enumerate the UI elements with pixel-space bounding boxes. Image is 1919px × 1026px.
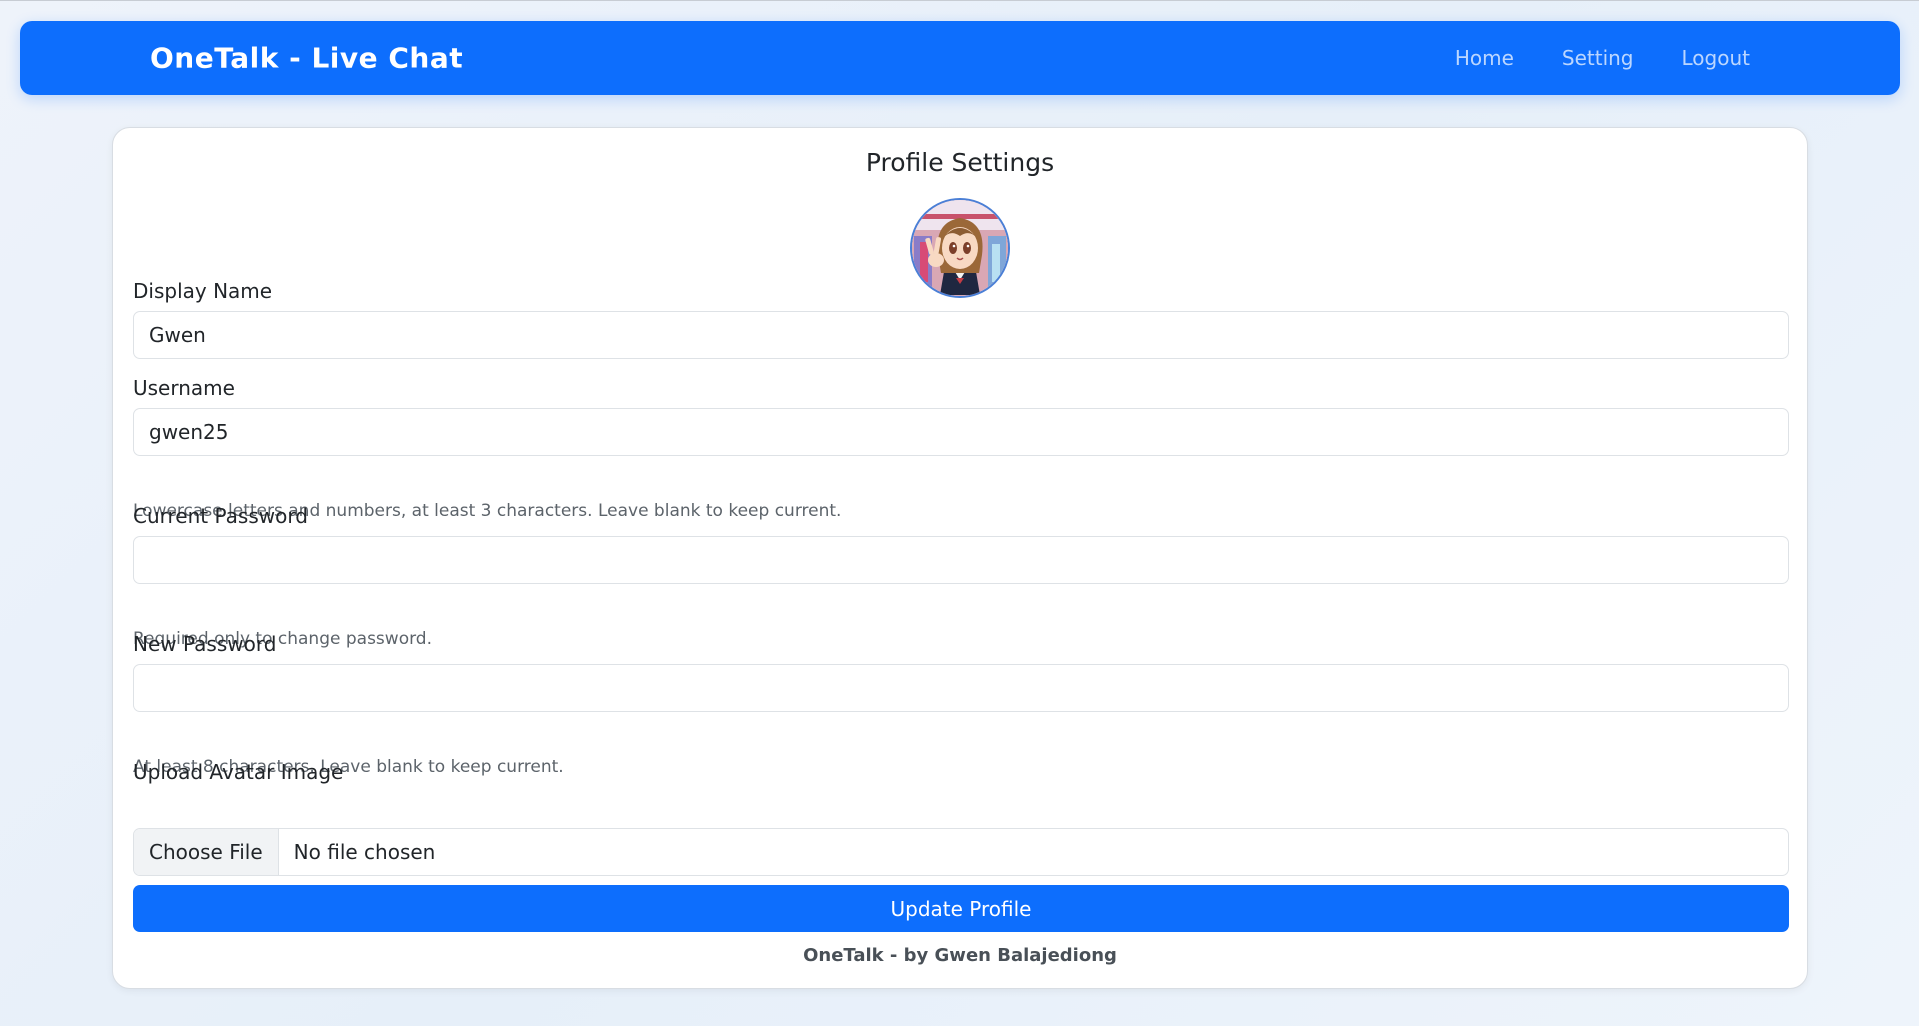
choose-file-button[interactable]: Choose File <box>134 829 279 875</box>
file-status-text: No file chosen <box>293 840 436 864</box>
update-profile-button[interactable]: Update Profile <box>133 885 1789 932</box>
display-name-label: Display Name <box>133 279 273 303</box>
footer-credit: OneTalk - by Gwen Balajediong <box>803 945 1117 966</box>
new-password-label: New Password <box>133 632 277 656</box>
new-password-input[interactable] <box>133 664 1789 712</box>
username-label: Username <box>133 376 235 400</box>
display-name-input[interactable] <box>133 311 1789 359</box>
page-title: Profile Settings <box>865 148 1055 177</box>
top-divider <box>0 0 1919 1</box>
nav-link-setting[interactable]: Setting <box>1562 46 1634 70</box>
profile-settings-card: Profile Settings Display Name Gwen Usern… <box>112 127 1808 989</box>
navbar: OneTalk - Live Chat Home Setting Logout <box>20 21 1900 95</box>
nav-links: Home Setting Logout <box>1455 46 1750 70</box>
username-input[interactable] <box>133 408 1789 456</box>
brand-link[interactable]: OneTalk - Live Chat <box>150 42 463 75</box>
nav-link-logout[interactable]: Logout <box>1682 46 1750 70</box>
nav-link-home[interactable]: Home <box>1455 46 1514 70</box>
avatar-file-input[interactable]: Choose File No file chosen <box>133 828 1789 876</box>
avatar <box>910 198 1010 298</box>
anime-girl-avatar-icon <box>912 200 1008 296</box>
current-password-input[interactable] <box>133 536 1789 584</box>
current-password-label: Current Password <box>133 504 308 528</box>
upload-avatar-label: Upload Avatar Image <box>133 760 344 784</box>
